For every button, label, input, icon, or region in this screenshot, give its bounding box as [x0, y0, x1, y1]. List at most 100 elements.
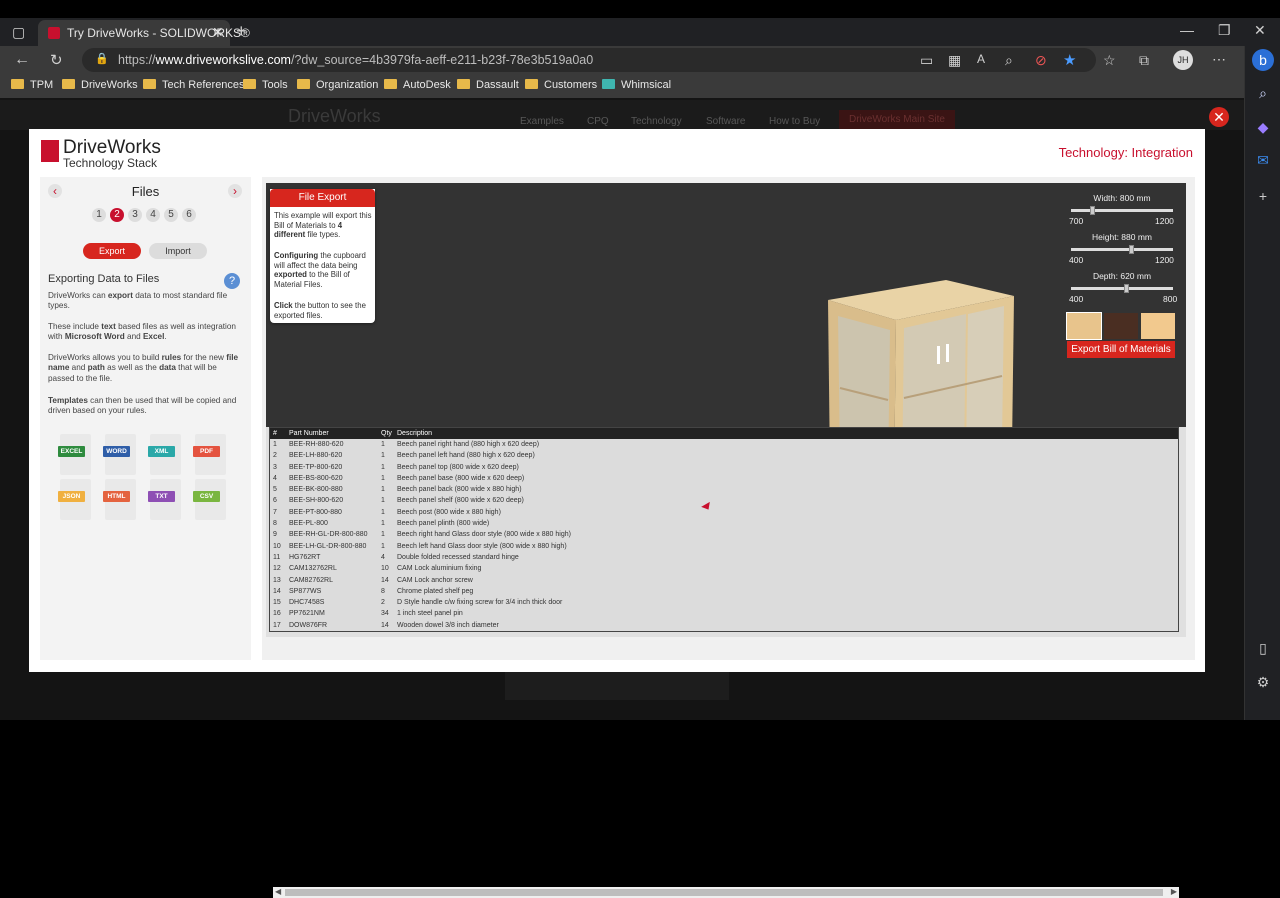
- step-5[interactable]: 5: [164, 208, 178, 222]
- table-row[interactable]: 16 PP7621NM 34 1 inch steel panel pin: [270, 608, 1178, 619]
- height-slider[interactable]: [1071, 245, 1173, 254]
- paragraph-rules: DriveWorks allows you to build rules for…: [48, 353, 239, 383]
- add-icon[interactable]: +: [1252, 185, 1274, 207]
- more-menu-icon[interactable]: ⋯: [1212, 51, 1226, 68]
- export-tab-button[interactable]: Export: [83, 243, 141, 259]
- app-available-icon[interactable]: ▭: [920, 52, 933, 69]
- table-row[interactable]: 17 DOW876FR 14 Wooden dowel 3/8 inch diamet…: [270, 620, 1178, 631]
- browser-tab[interactable]: Try DriveWorks - SOLIDWORKS® ✕: [38, 20, 250, 46]
- swatch-dark-walnut[interactable]: [1104, 313, 1138, 339]
- table-row[interactable]: 10 BEE-LH-GL-DR-800-880 1 Beech left hand G…: [270, 541, 1178, 552]
- height-max: 1200: [1155, 255, 1174, 265]
- nav-main-site[interactable]: DriveWorks Main Site: [839, 110, 955, 129]
- refresh-icon[interactable]: ↻: [50, 51, 63, 69]
- bookmark-organization[interactable]: Organization: [297, 79, 378, 95]
- table-row[interactable]: 13 CAM82762RL 14 CAM Lock anchor screw: [270, 575, 1178, 586]
- export-bom-button[interactable]: Export Bill of Materials: [1067, 341, 1175, 358]
- step-6[interactable]: 6: [182, 208, 196, 222]
- files-panel: ‹ Files › 1 2 3 4 5 6 Export Import Expo…: [40, 177, 251, 660]
- bookmark-driveworks[interactable]: DriveWorks: [62, 79, 138, 95]
- height-slider-knob[interactable]: [1129, 245, 1134, 254]
- step-1[interactable]: 1: [92, 208, 106, 222]
- window-close-icon[interactable]: ✕: [1254, 22, 1266, 39]
- scroll-right-icon[interactable]: ▶: [1171, 887, 1177, 896]
- close-modal-button[interactable]: ✕: [1209, 107, 1229, 127]
- bom-table: # Part Number Qty Description 1 BEE-RH-88…: [266, 427, 1186, 898]
- row-qty: 1: [381, 520, 385, 528]
- swatch-light-beech[interactable]: [1066, 312, 1102, 340]
- bookmark-autodesk[interactable]: AutoDesk: [384, 79, 451, 95]
- table-row[interactable]: 14 SP877WS 8 Chrome plated shelf peg: [270, 586, 1178, 597]
- games-icon[interactable]: ◆: [1252, 116, 1274, 138]
- depth-slider[interactable]: [1071, 284, 1173, 293]
- scroll-thumb[interactable]: [285, 889, 1163, 896]
- bookmark-tpm[interactable]: TPM: [11, 79, 53, 95]
- back-icon[interactable]: ←: [14, 51, 30, 69]
- paragraph-templates: Templates can then be used that will be …: [48, 396, 237, 416]
- table-row[interactable]: 8 BEE-PL-800 1 Beech panel plinth (800 wide…: [270, 518, 1178, 529]
- settings-icon[interactable]: ⚙: [1252, 671, 1274, 693]
- collections-icon[interactable]: ⧉: [1139, 52, 1149, 69]
- nav-technology[interactable]: Technology: [631, 116, 682, 127]
- tab-close-icon[interactable]: ✕: [212, 24, 224, 41]
- tracking-icon[interactable]: ⊘: [1035, 52, 1047, 69]
- nav-software[interactable]: Software: [706, 116, 745, 127]
- table-row[interactable]: 1 BEE-RH-880-620 1 Beech panel right hand (…: [270, 439, 1178, 450]
- row-part-number: BEE-PL-800: [289, 520, 328, 528]
- row-description: CAM Lock aluminium fixing: [397, 565, 482, 573]
- outlook-icon[interactable]: ✉: [1252, 149, 1274, 171]
- bom-table-body[interactable]: # Part Number Qty Description 1 BEE-RH-88…: [269, 427, 1179, 632]
- help-icon[interactable]: ?: [224, 273, 240, 289]
- swatch-pale-maple[interactable]: [1141, 313, 1175, 339]
- sidebar-toggle-icon[interactable]: ▯: [1252, 637, 1274, 659]
- table-row[interactable]: 11 HG762RT 4 Double folded recessed standar…: [270, 552, 1178, 563]
- bookmark-customers[interactable]: Customers: [525, 79, 597, 95]
- horizontal-scrollbar[interactable]: ◀ ▶: [273, 887, 1179, 898]
- 3d-viewport[interactable]: File Export This example will export thi…: [266, 183, 1186, 490]
- step-3[interactable]: 3: [128, 208, 142, 222]
- url-field[interactable]: 🔒 https://www.driveworkslive.com/?dw_sou…: [82, 48, 1096, 72]
- nav-examples[interactable]: Examples: [520, 116, 564, 127]
- copilot-icon[interactable]: b: [1252, 49, 1274, 71]
- next-arrow-button[interactable]: ›: [228, 184, 242, 198]
- files-title: Files: [131, 184, 160, 199]
- width-slider-knob[interactable]: [1090, 206, 1095, 215]
- search-icon[interactable]: ⌕: [1252, 82, 1274, 104]
- profile-avatar[interactable]: JH: [1173, 50, 1193, 70]
- scroll-left-icon[interactable]: ◀: [275, 887, 281, 896]
- step-2[interactable]: 2: [110, 208, 124, 222]
- table-row[interactable]: 15 DHC7458S 2 D Style handle c/w fixing scr…: [270, 597, 1178, 608]
- bookmark-whimsical[interactable]: Whimsical: [602, 79, 671, 95]
- table-row[interactable]: 4 BEE-BS-800-620 1 Beech panel base (800 wi…: [270, 473, 1178, 484]
- zoom-icon[interactable]: ⌕: [1005, 52, 1013, 69]
- import-tab-button[interactable]: Import: [149, 243, 207, 259]
- favorites-list-icon[interactable]: ☆: [1103, 52, 1116, 69]
- row-index: 3: [273, 463, 277, 471]
- minimize-icon[interactable]: —: [1180, 22, 1194, 38]
- bookmark-tech-references[interactable]: Tech References: [143, 79, 245, 95]
- row-part-number: SP877WS: [289, 587, 322, 595]
- paragraph-text-files: These include text based files as well a…: [48, 322, 236, 342]
- step-4[interactable]: 4: [146, 208, 160, 222]
- bookmark-dassault[interactable]: Dassault: [457, 79, 519, 95]
- width-slider[interactable]: [1071, 206, 1173, 215]
- row-part-number: BEE-PT-800-880: [289, 508, 342, 516]
- nav-how-to-buy[interactable]: How to Buy: [769, 116, 820, 127]
- table-row[interactable]: 2 BEE-LH-880-620 1 Beech panel left hand (8…: [270, 450, 1178, 461]
- depth-slider-knob[interactable]: [1124, 284, 1129, 293]
- table-row[interactable]: 3 BEE-TP-800-620 1 Beech panel top (800 wid…: [270, 462, 1178, 473]
- site-logo[interactable]: DriveWorks: [288, 106, 381, 127]
- read-aloud-icon[interactable]: A: [977, 52, 985, 66]
- table-row[interactable]: 7 BEE-PT-800-880 1 Beech post (800 wide x 8…: [270, 507, 1178, 518]
- tab-actions-icon[interactable]: ▢: [12, 24, 25, 41]
- bookmark-tools[interactable]: Tools: [243, 79, 288, 95]
- restore-icon[interactable]: ❐: [1218, 22, 1231, 39]
- table-row[interactable]: 5 BEE-BK-800-880 1 Beech panel back (800 wi…: [270, 484, 1178, 495]
- table-row[interactable]: 12 CAM132762RL 10 CAM Lock aluminium fixing: [270, 563, 1178, 574]
- nav-cpq[interactable]: CPQ: [587, 116, 609, 127]
- favorite-star-icon[interactable]: ★: [1063, 51, 1076, 69]
- table-row[interactable]: 9 BEE-RH-GL-DR-800-880 1 Beech right hand G…: [270, 529, 1178, 540]
- table-row[interactable]: 6 BEE-SH-800-620 1 Beech panel shelf (800 w…: [270, 495, 1178, 506]
- new-tab-icon[interactable]: +: [236, 21, 247, 42]
- grid-icon[interactable]: ▦: [948, 52, 961, 69]
